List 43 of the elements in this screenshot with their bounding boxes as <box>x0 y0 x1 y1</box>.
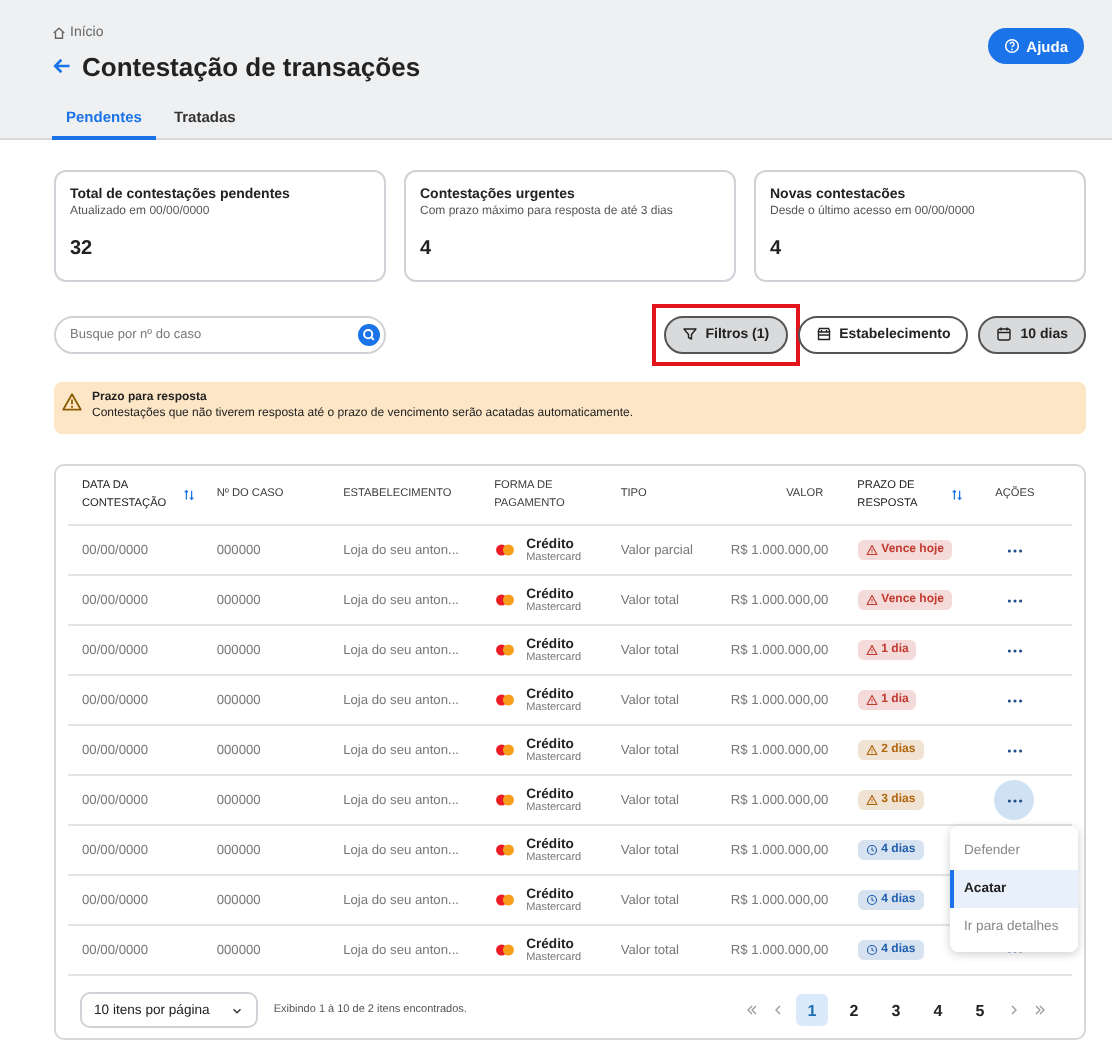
clock-icon <box>865 894 878 906</box>
sort-icon[interactable] <box>949 488 964 502</box>
first-page-icon[interactable] <box>744 1002 760 1018</box>
store-icon <box>815 326 832 342</box>
card-brand-icon <box>494 842 517 858</box>
filter-icon <box>681 326 698 342</box>
page-button[interactable]: 1 <box>796 994 828 1026</box>
card-value: 32 <box>70 238 95 260</box>
card-brand-icon <box>494 742 517 758</box>
card-brand-icon <box>494 792 517 808</box>
back-arrow-icon[interactable] <box>52 56 72 76</box>
chevron-down-icon <box>229 1003 244 1017</box>
card-brand-icon <box>494 592 517 608</box>
warning-icon <box>865 744 878 756</box>
clock-icon <box>865 944 878 956</box>
card-brand-icon <box>494 942 517 958</box>
card-brand-icon <box>494 892 517 908</box>
warning-icon <box>865 544 878 556</box>
warning-icon <box>865 794 878 806</box>
page-button[interactable]: 3 <box>880 994 912 1026</box>
warning-icon <box>865 694 878 706</box>
card-value: 4 <box>420 238 434 260</box>
card-brand-icon <box>494 692 517 708</box>
card-brand-icon <box>494 542 517 558</box>
card-value: 4 <box>770 238 784 260</box>
warning-icon <box>62 392 82 412</box>
warning-icon <box>865 644 878 656</box>
help-icon <box>1004 38 1021 54</box>
card-brand-icon <box>494 642 517 658</box>
page-button[interactable]: 2 <box>838 994 870 1026</box>
search-icon[interactable] <box>358 323 380 345</box>
sort-icon[interactable] <box>182 488 196 502</box>
clock-icon <box>865 844 878 856</box>
page-button[interactable]: 5 <box>964 994 996 1026</box>
previous-page-icon[interactable] <box>770 1002 786 1018</box>
calendar-icon <box>996 326 1013 342</box>
warning-icon <box>865 594 878 606</box>
home-icon <box>52 25 66 39</box>
last-page-icon[interactable] <box>1032 1002 1048 1018</box>
page-button[interactable]: 4 <box>922 994 954 1026</box>
next-page-icon[interactable] <box>1006 1002 1022 1018</box>
more-actions-button[interactable] <box>994 780 1035 820</box>
page-title: Contestação de transações <box>82 51 421 81</box>
